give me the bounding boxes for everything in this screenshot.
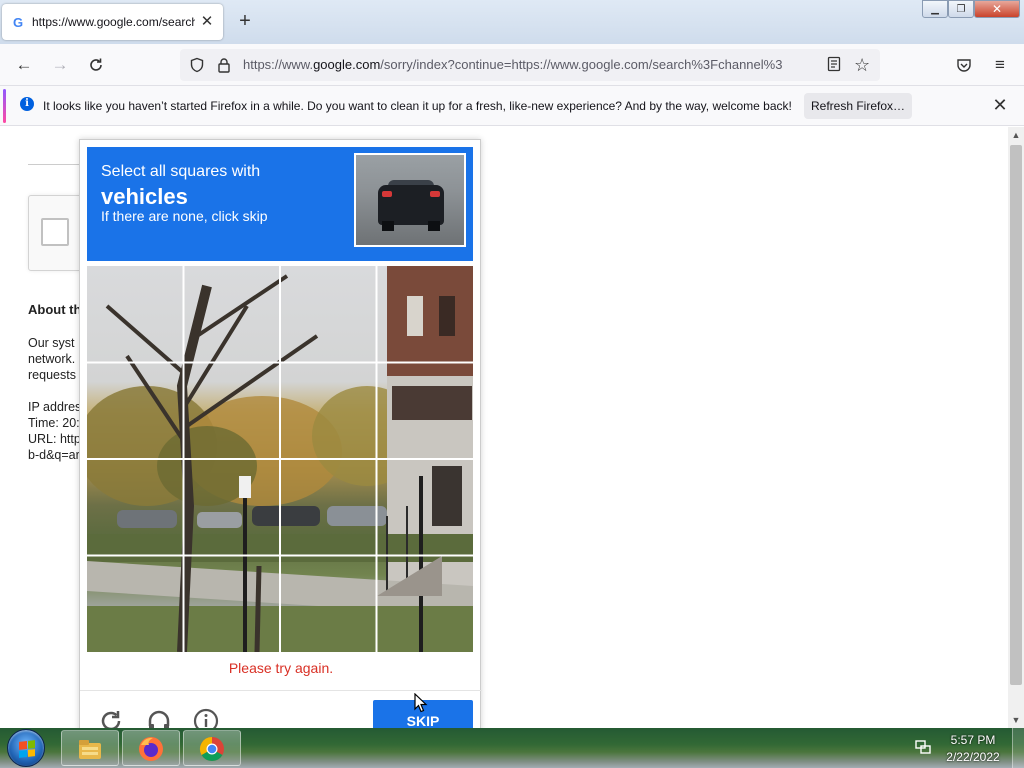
show-desktop-button[interactable] (1012, 728, 1024, 768)
start-button[interactable] (7, 729, 45, 767)
vertical-scrollbar[interactable]: ▲ ▼ (1008, 127, 1024, 728)
sample-car-taillight (430, 191, 440, 197)
lock-icon[interactable] (217, 57, 231, 76)
hamburger-menu-icon[interactable]: ≡ (988, 53, 1012, 77)
image-tile[interactable] (280, 556, 377, 653)
close-tab-icon[interactable]: ✕ (199, 14, 215, 30)
scroll-up-icon[interactable]: ▲ (1008, 127, 1024, 143)
url-domain: google.com (313, 57, 381, 72)
window-controls: ▁ ❐ ✕ (922, 0, 1020, 18)
image-tile[interactable] (87, 266, 184, 363)
image-tile[interactable] (184, 363, 281, 460)
challenge-image-grid (87, 266, 473, 652)
reload-icon[interactable] (84, 53, 108, 77)
new-tab-button[interactable]: + (234, 10, 256, 32)
image-tile[interactable] (87, 556, 184, 653)
page-heading: About th (28, 302, 82, 317)
challenge-instruction: Select all squares with (101, 163, 261, 180)
close-window-button[interactable]: ✕ (974, 0, 1020, 18)
sample-car-taillight (382, 191, 392, 197)
url-text[interactable]: https://www.google.com/sorry/index?conti… (243, 57, 820, 72)
recaptcha-checkbox[interactable] (41, 218, 69, 246)
minimize-button[interactable]: ▁ (922, 0, 948, 18)
image-tile[interactable] (377, 556, 474, 653)
url-prefix: https://www. (243, 57, 314, 72)
restore-button[interactable]: ❐ (948, 0, 974, 18)
page-line: requests (28, 368, 76, 382)
taskbar-chrome-button[interactable] (183, 730, 241, 766)
pocket-icon[interactable] (952, 53, 976, 77)
image-tile[interactable] (377, 459, 474, 556)
url-path: /sorry/index?continue=https://www.google… (380, 57, 783, 72)
image-tile[interactable] (280, 266, 377, 363)
page-line: network. (28, 352, 76, 366)
reader-view-icon[interactable] (827, 56, 841, 75)
page-line: b-d&q=ar (28, 448, 80, 462)
page-line: Time: 20: (28, 416, 80, 430)
taskbar-explorer-button[interactable] (61, 730, 119, 766)
url-bar[interactable]: https://www.google.com/sorry/index?conti… (180, 49, 880, 81)
sample-car-wheel (428, 221, 440, 231)
clock-date[interactable]: 2/22/2022 (940, 750, 1006, 764)
image-tile[interactable] (377, 266, 474, 363)
error-message: Please try again. (228, 660, 334, 676)
image-tile[interactable] (184, 459, 281, 556)
close-icon[interactable]: ✕ (990, 95, 1010, 115)
recaptcha-challenge: Select all squares with vehicles If ther… (79, 139, 482, 740)
page-line: URL: http (28, 432, 81, 446)
sample-image (354, 153, 466, 247)
refresh-firefox-button[interactable]: Refresh Firefox… (804, 93, 912, 119)
google-g-icon: G (12, 14, 24, 30)
challenge-header: Select all squares with vehicles If ther… (87, 147, 473, 261)
challenge-hint: If there are none, click skip (101, 208, 268, 224)
forward-arrow-icon[interactable]: → (48, 53, 72, 77)
tab-title: https://www.google.com/search?channel (32, 15, 195, 29)
mouse-cursor-icon (414, 693, 428, 713)
back-arrow-icon[interactable]: ← (12, 53, 36, 77)
network-icon[interactable] (914, 738, 932, 756)
notification-text: It looks like you haven’t started Firefo… (43, 99, 792, 113)
image-tile[interactable] (280, 459, 377, 556)
image-tile[interactable] (184, 266, 281, 363)
image-tile[interactable] (280, 363, 377, 460)
image-tile[interactable] (377, 363, 474, 460)
image-tile[interactable] (87, 459, 184, 556)
firefox-icon (139, 737, 163, 761)
sample-car-wheel (382, 221, 394, 231)
info-icon: i (20, 97, 34, 111)
tab-strip: G https://www.google.com/search?channel … (0, 0, 1024, 44)
star-bookmark-icon[interactable]: ☆ (854, 55, 870, 76)
page-line: Our syst (28, 336, 75, 350)
image-tile[interactable] (87, 363, 184, 460)
challenge-target: vehicles (101, 184, 188, 209)
page-line: IP addres (28, 400, 82, 414)
notification-bar: i It looks like you haven’t started Fire… (0, 86, 1024, 126)
taskbar: 5:57 PM 2/22/2022 (0, 728, 1024, 768)
footer-divider (80, 690, 482, 691)
shield-icon[interactable] (189, 57, 205, 76)
taskbar-firefox-button[interactable] (122, 730, 180, 766)
chrome-icon (199, 737, 224, 762)
image-tile[interactable] (184, 556, 281, 653)
windows-logo-icon (19, 740, 35, 758)
browser-tab[interactable]: G https://www.google.com/search?channel … (2, 4, 223, 40)
navigation-toolbar: ← → https://www.google.com/sorry/index?c… (0, 44, 1024, 86)
clock-time[interactable]: 5:57 PM (940, 733, 1006, 747)
scroll-down-icon[interactable]: ▼ (1008, 712, 1024, 728)
notification-accent (3, 89, 6, 123)
windows-explorer-icon (79, 740, 101, 759)
scroll-thumb[interactable] (1010, 145, 1022, 685)
